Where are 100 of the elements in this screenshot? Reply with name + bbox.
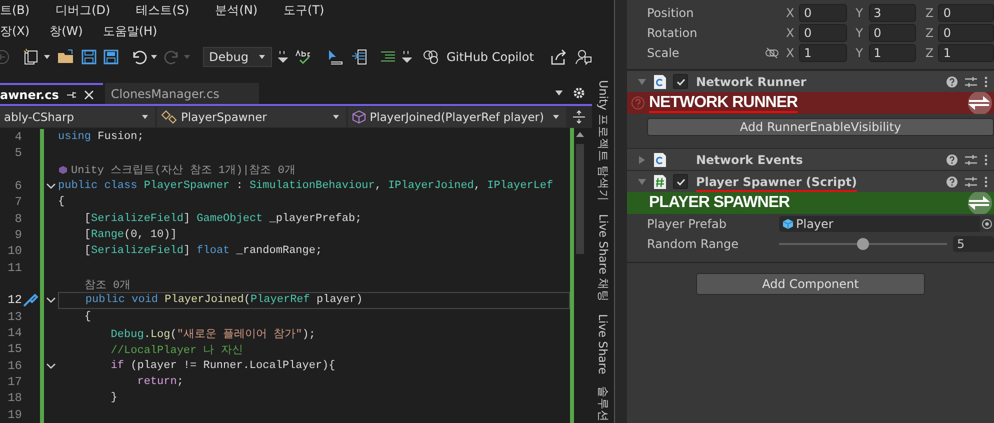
undo-icon[interactable] [131,49,147,65]
caret-icon[interactable] [554,88,564,98]
component-header[interactable]: Network Events [627,148,994,170]
member-dropdown[interactable]: PlayerJoined(PlayerRef player) [348,107,566,127]
number-field[interactable]: 0 [799,4,847,22]
caret-icon [140,113,149,121]
collapse-chevron-icon[interactable] [46,362,56,370]
more-icon[interactable] [984,154,988,166]
code-line: [SerializeField] GameObject _playerPrefab; [83,212,362,225]
enable-checkbox[interactable] [673,174,688,189]
axis-label: Y [854,46,864,60]
help-icon[interactable] [946,76,958,88]
side-panel-tab[interactable]: Live Share [596,314,610,374]
feedback-icon[interactable] [574,48,592,66]
share-icon[interactable] [550,48,568,66]
menu-item[interactable]: 도구(T) [284,2,324,19]
axis-label: Y [854,26,864,40]
class-dropdown[interactable]: PlayerSpawner [156,107,346,127]
component-header[interactable]: Network Runner [627,70,994,92]
expand-arrow-icon[interactable] [637,176,647,186]
collapse-chevron-icon[interactable] [46,296,56,304]
number-field[interactable]: 0 [868,24,916,42]
banner-title: NETWORK RUNNER [649,94,798,112]
menu-item[interactable]: 장(X) [0,23,30,40]
script-icon [653,152,667,168]
more-icon[interactable] [984,176,988,188]
codelens-text[interactable]: Unity 스크립트(자산 참조 1개)|참조 0개 [71,162,296,178]
menu-item[interactable]: 분석(N) [215,2,258,19]
save-icon[interactable] [81,49,97,65]
project-dropdown[interactable]: ably-CSharp [0,107,155,127]
line-number: 16 [8,358,22,373]
help-icon[interactable] [946,154,958,166]
property-label: Position [647,6,695,20]
codelens-text[interactable]: 참조 0개 [58,276,131,292]
side-panel-tab[interactable]: Live Share 채팅 [596,214,610,302]
new-project-icon[interactable] [22,48,40,66]
line-number: 9 [14,228,22,242]
line-number: 15 [8,342,22,356]
side-panel-tab[interactable]: 솔루션 [596,386,610,422]
scroll-up-icon[interactable] [575,130,585,138]
number-field[interactable]: 1 [868,44,916,62]
check-icon [676,176,686,186]
number-field[interactable]: 0 [799,24,847,42]
number-field[interactable]: 1 [938,44,994,62]
caret-icon[interactable] [43,53,51,61]
scrollbar-thumb[interactable] [576,144,584,254]
side-panel-tab[interactable]: Unity 프로젝트 탐색기 [596,80,610,202]
enable-checkbox[interactable] [673,74,688,89]
number-field[interactable]: 0 [938,4,994,22]
property-label: Player Prefab [647,217,728,231]
target-icon [981,218,993,230]
sliders-icon[interactable] [964,76,978,88]
document-icon[interactable] [350,48,368,66]
number-field[interactable]: 3 [868,4,916,22]
sliders-icon[interactable] [964,176,978,188]
menu-item[interactable]: 도움말(H) [102,23,158,40]
slider-thumb[interactable] [857,238,869,250]
axis-label: X [785,26,796,40]
axis-label: Y [854,6,864,20]
more-icon[interactable] [984,76,988,88]
property-label: Random Range [647,237,740,251]
object-picker-button[interactable] [980,216,994,232]
object-field[interactable]: Player [779,216,994,232]
settings-icon[interactable] [572,86,586,100]
code-line: } [110,392,118,404]
menu-item[interactable]: 트(B) [0,2,30,19]
unlinked-icon[interactable] [765,47,779,59]
screwdriver-icon[interactable] [22,292,38,308]
close-icon[interactable] [82,88,95,100]
range-slider[interactable] [779,237,947,251]
caret-icon[interactable] [150,53,158,61]
add-visibility-button[interactable]: Add RunnerEnableVisibility [647,118,994,136]
line-number: 5 [14,146,22,160]
pointer-icon[interactable] [326,48,344,66]
component-header[interactable]: Player Spawner (Script) [627,170,994,192]
expand-arrow-icon[interactable] [637,76,647,86]
help-icon[interactable] [946,176,958,188]
menu-item[interactable]: 디버그(D) [56,2,110,19]
script-icon [653,174,667,190]
expand-arrow-icon[interactable] [637,154,647,164]
menu-item[interactable]: 테스트(S) [136,2,190,19]
script-icon [653,74,667,90]
file-tab[interactable]: ClonesManager.cs [104,83,259,104]
line-number: 7 [14,195,22,210]
axis-label: Z [924,26,935,40]
number-field[interactable]: 5 [953,236,994,252]
sliders-icon[interactable] [964,154,978,166]
number-field[interactable]: 1 [799,44,847,62]
menu-item[interactable]: 창(W) [50,23,83,40]
copilot-button[interactable]: GitHub Copilot [418,47,538,67]
configuration-dropdown[interactable]: Debug [203,47,272,67]
save-all-icon[interactable] [103,49,119,65]
split-icon[interactable] [572,110,586,124]
number-field[interactable]: 0 [938,24,994,42]
folder-icon[interactable] [57,49,75,65]
scrollbar[interactable] [570,128,586,423]
component-title: Network Events [696,152,803,166]
add-component-button[interactable]: Add Component [696,273,925,295]
collapse-chevron-icon[interactable] [46,182,56,190]
line-number: 18 [8,391,22,406]
